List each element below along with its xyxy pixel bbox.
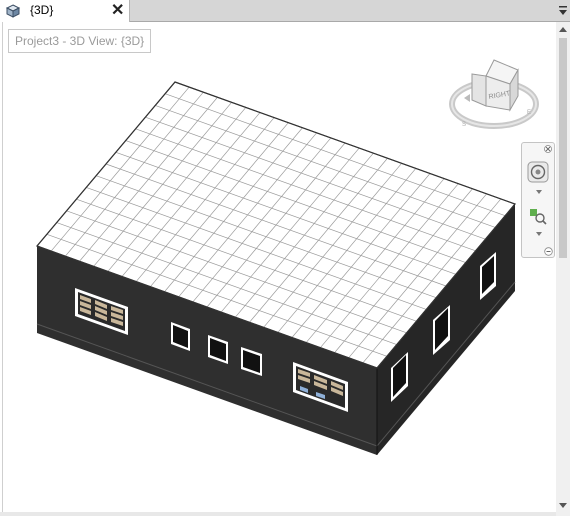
svg-text:E: E xyxy=(527,110,531,116)
resize-grip-icon[interactable] xyxy=(544,247,553,256)
svg-text:S: S xyxy=(462,122,466,128)
view-title-label: Project3 - 3D View: {3D} xyxy=(8,29,152,53)
navigation-bar xyxy=(521,142,555,258)
steering-wheel-icon[interactable] xyxy=(527,161,549,183)
zoom-region-icon[interactable] xyxy=(529,207,547,225)
scroll-up-arrow-icon[interactable] xyxy=(558,25,568,35)
view-control-bar xyxy=(0,512,556,516)
chevron-down-icon[interactable] xyxy=(535,189,543,195)
tab-menu-chevron-icon[interactable] xyxy=(558,5,568,17)
chevron-down-icon[interactable] xyxy=(535,231,543,237)
scroll-down-arrow-icon[interactable] xyxy=(558,500,568,510)
close-icon[interactable] xyxy=(544,145,552,153)
scrollbar-thumb[interactable] xyxy=(559,38,567,258)
viewcube-icon[interactable]: RIGHT S E xyxy=(448,54,540,136)
